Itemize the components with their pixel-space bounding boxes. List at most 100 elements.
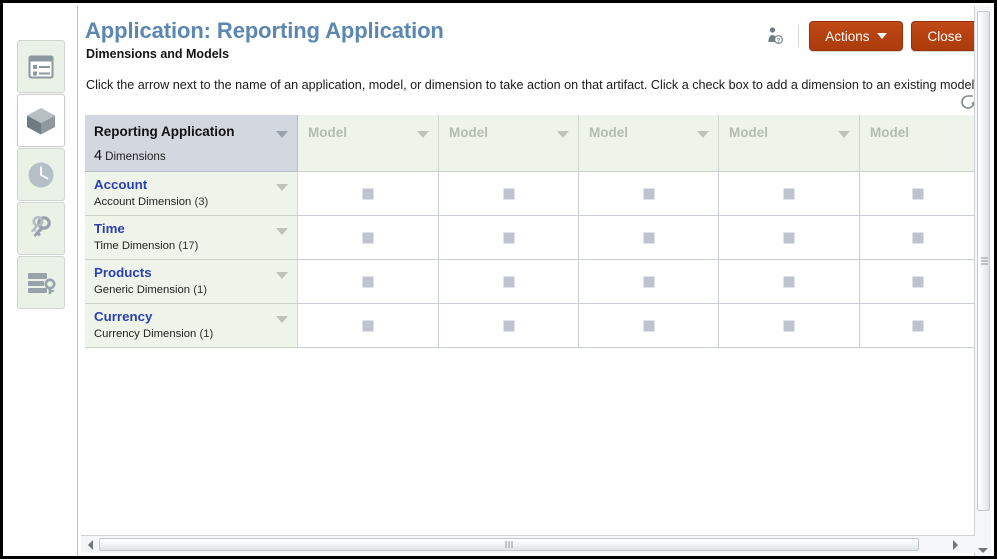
dimension-cell-currency[interactable]: Currency Currency Dimension (1) (85, 304, 298, 348)
model-cell[interactable] (860, 172, 975, 216)
instructions-text: Click the arrow next to the name of an a… (86, 78, 978, 92)
sidebar-item-access[interactable] (17, 202, 65, 255)
model-cell[interactable] (298, 216, 439, 260)
vertical-scrollbar[interactable] (974, 6, 991, 556)
checkbox[interactable] (643, 320, 654, 331)
chevron-down-icon[interactable] (276, 228, 288, 235)
model-cell[interactable] (439, 260, 579, 304)
model-cell[interactable] (579, 304, 719, 348)
checkbox[interactable] (912, 232, 923, 243)
chevron-down-icon[interactable] (417, 131, 429, 138)
checkbox[interactable] (503, 188, 514, 199)
actions-button-label: Actions (825, 28, 870, 44)
chevron-down-icon[interactable] (276, 316, 288, 323)
model-cell[interactable] (719, 172, 860, 216)
checkbox[interactable] (783, 276, 795, 287)
grid-body: Reporting Application 4 Dimensions Model … (85, 115, 975, 348)
model-column-header-5[interactable]: Model (860, 115, 975, 172)
chevron-down-icon[interactable] (838, 131, 850, 138)
main-content: Application: Reporting Application Dimen… (79, 6, 994, 556)
dimension-type: Currency Dimension (1) (94, 328, 213, 340)
actions-button[interactable]: Actions (809, 21, 904, 51)
model-column-header-1[interactable]: Model (298, 115, 439, 172)
checkbox[interactable] (783, 232, 795, 243)
model-cell[interactable] (298, 260, 439, 304)
dimension-type: Account Dimension (3) (94, 196, 208, 208)
dimension-member-count: (3) (194, 196, 209, 208)
checkbox[interactable] (783, 320, 795, 331)
dimensions-models-grid: Reporting Application 4 Dimensions Model … (85, 115, 989, 535)
chevron-down-icon[interactable] (276, 131, 288, 138)
dimension-cell-products[interactable]: Products Generic Dimension (1) (85, 260, 298, 304)
scroll-right-button[interactable] (947, 536, 963, 553)
model-cell[interactable] (579, 172, 719, 216)
checkbox[interactable] (362, 320, 374, 331)
dimension-type-label: Time Dimension (94, 240, 176, 252)
model-cell[interactable] (298, 304, 439, 348)
dimension-type: Time Dimension (17) (94, 240, 198, 252)
scroll-down-button[interactable] (975, 541, 991, 556)
horizontal-scrollbar[interactable] (81, 535, 975, 553)
checkbox[interactable] (503, 320, 514, 331)
model-column-label: Model (870, 125, 909, 140)
model-cell[interactable] (298, 172, 439, 216)
dimension-name[interactable]: Products (94, 265, 152, 280)
model-cell[interactable] (860, 260, 975, 304)
checkbox[interactable] (783, 188, 795, 199)
page-title: Application: Reporting Application (85, 18, 444, 43)
checkbox[interactable] (643, 276, 654, 287)
model-column-label: Model (449, 125, 488, 140)
sidebar-item-jobs[interactable] (17, 148, 65, 201)
table-row: Currency Currency Dimension (1) (85, 304, 975, 348)
dimension-name[interactable]: Time (94, 221, 125, 236)
checkbox[interactable] (362, 276, 374, 287)
sidebar-item-cube[interactable] (17, 94, 65, 147)
model-column-header-4[interactable]: Model (719, 115, 860, 172)
model-cell[interactable] (579, 216, 719, 260)
dimension-type-label: Generic Dimension (94, 284, 191, 296)
checkbox[interactable] (912, 188, 923, 199)
checkbox[interactable] (503, 232, 514, 243)
close-button[interactable]: Close (911, 21, 978, 51)
checkbox[interactable] (912, 320, 923, 331)
chevron-down-icon (877, 33, 888, 39)
model-column-header-3[interactable]: Model (579, 115, 719, 172)
chevron-down-icon[interactable] (276, 272, 288, 279)
horizontal-scrollbar-thumb[interactable] (99, 538, 919, 551)
model-cell[interactable] (579, 260, 719, 304)
application-header-cell[interactable]: Reporting Application 4 Dimensions (85, 115, 298, 172)
model-cell[interactable] (719, 304, 860, 348)
model-cell[interactable] (439, 216, 579, 260)
header-toolbar: ? Actions Close (762, 20, 978, 52)
checkbox[interactable] (912, 276, 923, 287)
chevron-down-icon (978, 547, 988, 553)
model-cell[interactable] (860, 304, 975, 348)
scroll-left-button[interactable] (82, 536, 98, 553)
chevron-down-icon[interactable] (697, 131, 709, 138)
model-cell[interactable] (719, 216, 860, 260)
checkbox[interactable] (503, 276, 514, 287)
dimension-cell-time[interactable]: Time Time Dimension (17) (85, 216, 298, 260)
vertical-scrollbar-thumb[interactable] (977, 11, 990, 511)
sidebar-item-forms[interactable] (17, 40, 65, 93)
chevron-down-icon[interactable] (557, 131, 569, 138)
checkbox[interactable] (362, 188, 374, 199)
table-row: Account Account Dimension (3) (85, 172, 975, 216)
model-cell[interactable] (860, 216, 975, 260)
clock-icon (26, 160, 56, 190)
dimension-name[interactable]: Account (94, 177, 147, 192)
model-cell[interactable] (439, 172, 579, 216)
user-help-icon[interactable]: ? (762, 23, 788, 49)
dimension-name[interactable]: Currency (94, 309, 152, 324)
checkbox[interactable] (643, 232, 654, 243)
dimension-member-count: (17) (178, 240, 199, 252)
model-cell[interactable] (719, 260, 860, 304)
sidebar-item-database-security[interactable] (17, 256, 65, 309)
checkbox[interactable] (362, 232, 374, 243)
checkbox[interactable] (643, 188, 654, 199)
model-column-header-2[interactable]: Model (439, 115, 579, 172)
model-cell[interactable] (439, 304, 579, 348)
sidebar-icon-rail (6, 6, 78, 556)
dimension-cell-account[interactable]: Account Account Dimension (3) (85, 172, 298, 216)
chevron-down-icon[interactable] (276, 184, 288, 191)
